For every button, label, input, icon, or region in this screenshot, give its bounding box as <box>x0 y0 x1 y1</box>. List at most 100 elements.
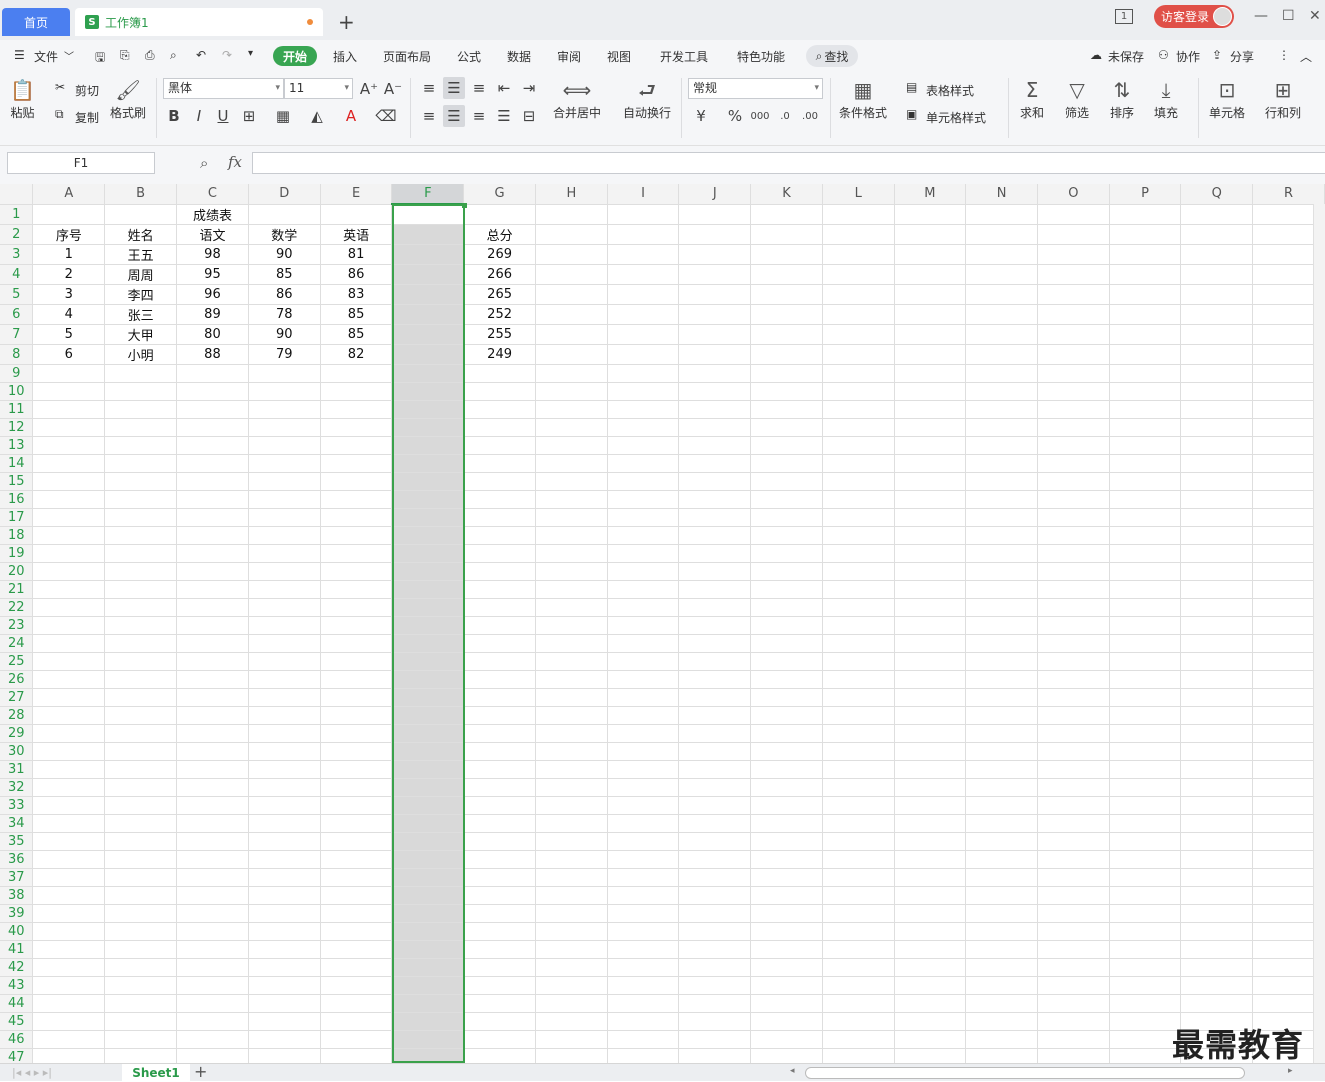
cell-k12[interactable] <box>750 418 823 437</box>
cell-j31[interactable] <box>678 760 752 779</box>
cell-j11[interactable] <box>678 400 752 419</box>
cell-j13[interactable] <box>678 436 752 455</box>
cell-f33[interactable] <box>391 796 465 815</box>
cell-o31[interactable] <box>1037 760 1110 779</box>
cell-f14[interactable] <box>391 454 465 473</box>
cell-o36[interactable] <box>1037 850 1110 869</box>
page-count-icon[interactable]: 1 <box>1115 9 1133 24</box>
cell-m1[interactable] <box>894 204 967 225</box>
cell-k39[interactable] <box>750 904 823 923</box>
cell-a2[interactable]: 序号 <box>32 224 106 245</box>
cell-p41[interactable] <box>1109 940 1182 959</box>
align-top-icon[interactable]: ≡ <box>418 77 440 99</box>
cell-n17[interactable] <box>965 508 1038 527</box>
copy-button[interactable]: 复制 <box>75 109 99 126</box>
cell-q32[interactable] <box>1180 778 1254 797</box>
cell-e25[interactable] <box>320 652 393 671</box>
cell-n32[interactable] <box>965 778 1038 797</box>
cell-g24[interactable] <box>463 634 536 653</box>
cell-g23[interactable] <box>463 616 536 635</box>
cell-j8[interactable] <box>678 344 752 365</box>
cell-a40[interactable] <box>32 922 106 941</box>
cell-a17[interactable] <box>32 508 106 527</box>
cell-a16[interactable] <box>32 490 106 509</box>
cell-g16[interactable] <box>463 490 536 509</box>
cell-d19[interactable] <box>248 544 321 563</box>
login-button[interactable]: 访客登录 <box>1154 5 1234 28</box>
spreadsheet-grid[interactable]: A B C D E F G H I J K L M N O P Q R 1 成绩表 2 序号 姓名 语文 数学 英语 总分 3 1 王五 9… <box>0 184 1325 1063</box>
cell-d36[interactable] <box>248 850 321 869</box>
cell-h14[interactable] <box>535 454 608 473</box>
cell-i40[interactable] <box>607 922 680 941</box>
cell-a7[interactable]: 5 <box>32 324 106 345</box>
cell-j42[interactable] <box>678 958 752 977</box>
cell-c38[interactable] <box>176 886 249 905</box>
cell-b26[interactable] <box>104 670 178 689</box>
cell-j38[interactable] <box>678 886 752 905</box>
cell-d45[interactable] <box>248 1012 321 1031</box>
cell-o8[interactable] <box>1037 344 1110 365</box>
cell-d47[interactable] <box>248 1048 321 1063</box>
cell-m17[interactable] <box>894 508 967 527</box>
cell-i17[interactable] <box>607 508 680 527</box>
cell-e22[interactable] <box>320 598 393 617</box>
cell-l35[interactable] <box>822 832 895 851</box>
cell-n41[interactable] <box>965 940 1038 959</box>
cell-a21[interactable] <box>32 580 106 599</box>
cell-i24[interactable] <box>607 634 680 653</box>
cell-f9[interactable] <box>391 364 465 383</box>
cell-l22[interactable] <box>822 598 895 617</box>
row-header-43[interactable]: 43 <box>0 976 34 995</box>
cell-n20[interactable] <box>965 562 1038 581</box>
cell-q17[interactable] <box>1180 508 1254 527</box>
cell-n40[interactable] <box>965 922 1038 941</box>
cell-q42[interactable] <box>1180 958 1254 977</box>
cell-f43[interactable] <box>391 976 465 995</box>
underline-icon[interactable]: U <box>212 105 234 127</box>
cell-m33[interactable] <box>894 796 967 815</box>
cell-d17[interactable] <box>248 508 321 527</box>
cell-m10[interactable] <box>894 382 967 401</box>
cell-f4[interactable] <box>391 264 465 285</box>
column-header-k[interactable]: K <box>750 184 823 205</box>
cell-i28[interactable] <box>607 706 680 725</box>
cell-m14[interactable] <box>894 454 967 473</box>
cell-k30[interactable] <box>750 742 823 761</box>
cell-b45[interactable] <box>104 1012 178 1031</box>
cell-e19[interactable] <box>320 544 393 563</box>
cell-e16[interactable] <box>320 490 393 509</box>
cell-n2[interactable] <box>965 224 1038 245</box>
cell-k22[interactable] <box>750 598 823 617</box>
cell-l12[interactable] <box>822 418 895 437</box>
cell-f12[interactable] <box>391 418 465 437</box>
cell-d38[interactable] <box>248 886 321 905</box>
cell-k11[interactable] <box>750 400 823 419</box>
merge-center-button[interactable]: ⟺ 合并居中 <box>553 76 601 121</box>
cell-j20[interactable] <box>678 562 752 581</box>
row-header-12[interactable]: 12 <box>0 418 34 437</box>
font-size-select[interactable]: 11 <box>284 78 353 99</box>
cell-b33[interactable] <box>104 796 178 815</box>
cell-p27[interactable] <box>1109 688 1182 707</box>
cell-f32[interactable] <box>391 778 465 797</box>
cell-d44[interactable] <box>248 994 321 1013</box>
cell-l26[interactable] <box>822 670 895 689</box>
cell-c9[interactable] <box>176 364 249 383</box>
cell-q38[interactable] <box>1180 886 1254 905</box>
cell-o41[interactable] <box>1037 940 1110 959</box>
cell-b21[interactable] <box>104 580 178 599</box>
cell-h32[interactable] <box>535 778 608 797</box>
cell-e40[interactable] <box>320 922 393 941</box>
cell-b27[interactable] <box>104 688 178 707</box>
cell-j26[interactable] <box>678 670 752 689</box>
clear-format-icon[interactable]: ⌫ <box>375 105 397 127</box>
cell-l9[interactable] <box>822 364 895 383</box>
cell-p28[interactable] <box>1109 706 1182 725</box>
cell-h27[interactable] <box>535 688 608 707</box>
cell-a36[interactable] <box>32 850 106 869</box>
cell-d4[interactable]: 85 <box>248 264 321 285</box>
cell-g38[interactable] <box>463 886 536 905</box>
cell-g27[interactable] <box>463 688 536 707</box>
cell-i29[interactable] <box>607 724 680 743</box>
cell-p46[interactable] <box>1109 1030 1182 1049</box>
